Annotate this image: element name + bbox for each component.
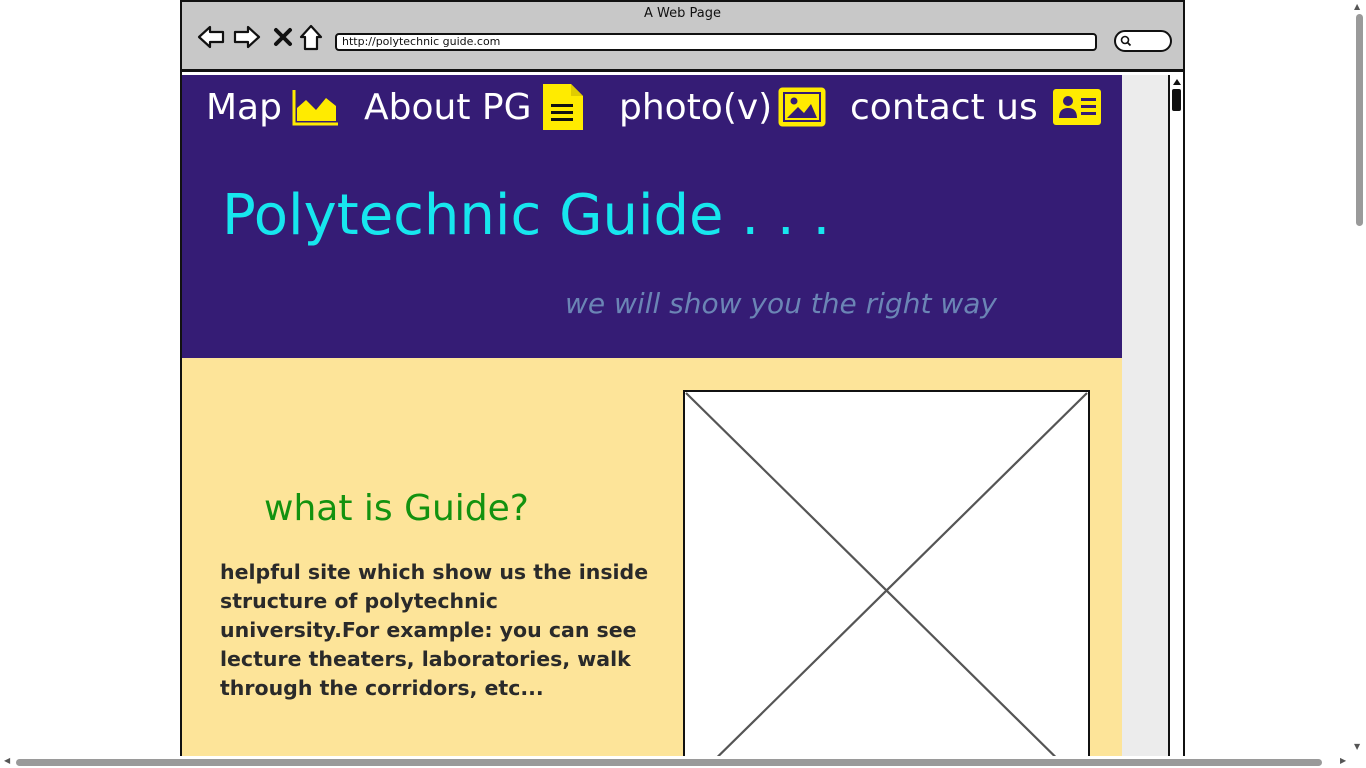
scroll-up-arrow-icon[interactable]: ▲ [1354, 2, 1360, 11]
nav-item-map[interactable]: Map [206, 85, 340, 129]
horizontal-scrollbar-thumb[interactable] [16, 759, 1322, 766]
about-section: what is Guide? helpful site which show u… [182, 358, 1122, 768]
scroll-left-arrow-icon[interactable]: ◀ [4, 756, 10, 765]
hero-section: Map About PG photo(v) contact us Polytec… [182, 75, 1122, 358]
home-icon[interactable] [296, 22, 326, 52]
stop-icon[interactable] [268, 22, 298, 52]
nav-item-label: Map [206, 86, 282, 128]
forward-arrow-icon[interactable] [232, 22, 262, 52]
site-title: Polytechnic Guide . . . [222, 183, 831, 248]
nav-item-label: photo(v) [619, 86, 773, 128]
about-description: helpful site which show us the inside st… [220, 560, 649, 700]
image-placeholder [683, 390, 1090, 768]
nav-item-label: About PG [364, 86, 532, 128]
nav-item-about-pg[interactable]: About PG [364, 84, 585, 130]
vertical-scrollbar-thumb[interactable] [1356, 14, 1363, 226]
about-heading: what is Guide? [264, 488, 529, 529]
inner-scrollbar-thumb[interactable] [1172, 89, 1181, 111]
search-icon [1120, 35, 1132, 47]
window-title: A Web Page [644, 6, 721, 21]
back-arrow-icon[interactable] [196, 22, 226, 52]
browser-window: A Web Page http://polytechnic guide.com … [180, 0, 1185, 768]
map-icon [292, 90, 338, 126]
nav-item-label: contact us [850, 86, 1038, 128]
page-content: Map About PG photo(v) contact us Polytec… [182, 75, 1122, 768]
url-field[interactable]: http://polytechnic guide.com [335, 33, 1097, 51]
nav-item-contact-us[interactable]: contact us [850, 85, 1102, 129]
scroll-up-arrow-icon[interactable] [1172, 77, 1182, 87]
browser-search-field[interactable] [1114, 30, 1172, 52]
document-icon [543, 84, 584, 130]
inner-scrollbar-area [1122, 75, 1183, 768]
scroll-right-arrow-icon[interactable]: ▶ [1340, 756, 1346, 765]
contact-card-icon [1052, 89, 1101, 125]
scroll-down-arrow-icon[interactable]: ▼ [1354, 742, 1360, 751]
browser-toolbar: A Web Page http://polytechnic guide.com [182, 2, 1183, 72]
tagline: we will show you the right way [565, 287, 997, 320]
image-icon [778, 87, 826, 127]
page-horizontal-scrollbar[interactable]: ◀ ▶ [0, 756, 1366, 768]
nav-item-photo[interactable]: photo(v) [619, 85, 826, 129]
page-vertical-scrollbar[interactable]: ▲ ▼ [1351, 0, 1366, 756]
inner-scrollbar-track[interactable] [1168, 75, 1183, 768]
